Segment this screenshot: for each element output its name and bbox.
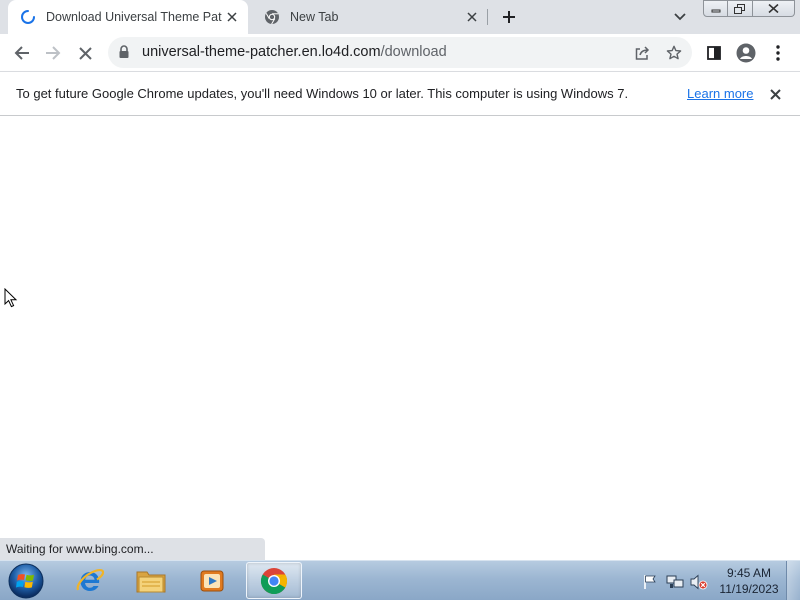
show-desktop-button[interactable]	[786, 561, 800, 600]
back-button[interactable]	[9, 40, 35, 66]
taskbar: 9:45 AM 11/19/2023	[0, 560, 800, 600]
new-tab-button[interactable]	[497, 5, 521, 29]
tab-strip: Download Universal Theme Patcher New Tab	[0, 0, 800, 34]
volume-muted-icon[interactable]	[690, 573, 708, 591]
share-button[interactable]	[630, 41, 654, 65]
chrome-icon	[260, 567, 288, 594]
tab-new-tab[interactable]: New Tab	[252, 0, 488, 34]
taskbar-clock[interactable]: 9:45 AM 11/19/2023	[714, 565, 784, 597]
page-content	[0, 116, 800, 560]
tab-active[interactable]: Download Universal Theme Patcher	[8, 0, 248, 34]
toolbar: universal-theme-patcher.en.lo4d.com/down…	[0, 34, 800, 71]
restore-icon	[734, 3, 745, 14]
learn-more-link[interactable]: Learn more	[687, 86, 753, 101]
url-text[interactable]: universal-theme-patcher.en.lo4d.com/down…	[142, 44, 447, 60]
minimize-button[interactable]	[703, 0, 728, 17]
internet-explorer-icon	[76, 568, 105, 591]
tab-close-icon[interactable]	[462, 7, 482, 27]
chevron-down-icon	[674, 13, 686, 21]
star-icon	[666, 45, 682, 60]
bookmark-button[interactable]	[662, 41, 686, 65]
tab-close-icon[interactable]	[222, 7, 242, 27]
lock-icon[interactable]	[118, 45, 130, 59]
close-window-button[interactable]	[753, 0, 795, 17]
window-controls	[703, 0, 795, 18]
forward-button[interactable]	[40, 40, 66, 66]
mouse-cursor-icon	[4, 288, 18, 308]
windows-start-orb-icon	[8, 563, 44, 599]
url-path: /download	[380, 44, 447, 60]
stop-loading-button[interactable]	[72, 40, 98, 66]
media-player-icon	[200, 570, 224, 591]
taskbar-media-player[interactable]	[184, 562, 240, 599]
taskbar-chrome[interactable]	[246, 562, 302, 599]
taskbar-internet-explorer[interactable]	[62, 562, 118, 599]
tab-title: Download Universal Theme Patcher	[46, 10, 222, 24]
avatar-icon	[736, 43, 756, 63]
url-host: universal-theme-patcher.en.lo4d.com	[142, 44, 381, 60]
minimize-icon	[711, 9, 720, 12]
close-icon	[768, 4, 779, 13]
menu-button[interactable]	[765, 40, 791, 66]
address-bar[interactable]: universal-theme-patcher.en.lo4d.com/down…	[108, 37, 692, 68]
stop-icon	[78, 46, 92, 60]
tab-search-button[interactable]	[670, 7, 690, 27]
profile-button[interactable]	[733, 40, 759, 66]
start-button[interactable]	[6, 562, 46, 600]
plus-icon	[503, 11, 515, 23]
restore-button[interactable]	[728, 0, 753, 17]
tab-separator	[487, 9, 488, 25]
network-icon[interactable]	[666, 573, 684, 591]
infobar-close-button[interactable]	[766, 85, 784, 103]
arrow-left-icon	[14, 46, 29, 60]
close-icon	[769, 88, 781, 100]
chrome-favicon-icon	[265, 10, 279, 25]
file-explorer-icon	[136, 571, 166, 592]
clock-date: 11/19/2023	[719, 582, 779, 596]
infobar-message: To get future Google Chrome updates, you…	[16, 86, 629, 101]
side-panel-button[interactable]	[701, 40, 727, 66]
share-icon	[635, 46, 650, 60]
action-center-flag-icon[interactable]	[641, 573, 659, 591]
tab-title: New Tab	[290, 10, 339, 24]
side-panel-icon	[707, 46, 721, 60]
arrow-right-icon	[46, 46, 61, 60]
clock-time: 9:45 AM	[726, 566, 772, 580]
kebab-menu-icon	[776, 45, 780, 61]
status-bubble: Waiting for www.bing.com...	[0, 538, 265, 560]
update-infobar: To get future Google Chrome updates, you…	[0, 71, 800, 116]
loading-spinner-icon	[21, 10, 35, 24]
taskbar-file-explorer[interactable]	[123, 562, 179, 599]
